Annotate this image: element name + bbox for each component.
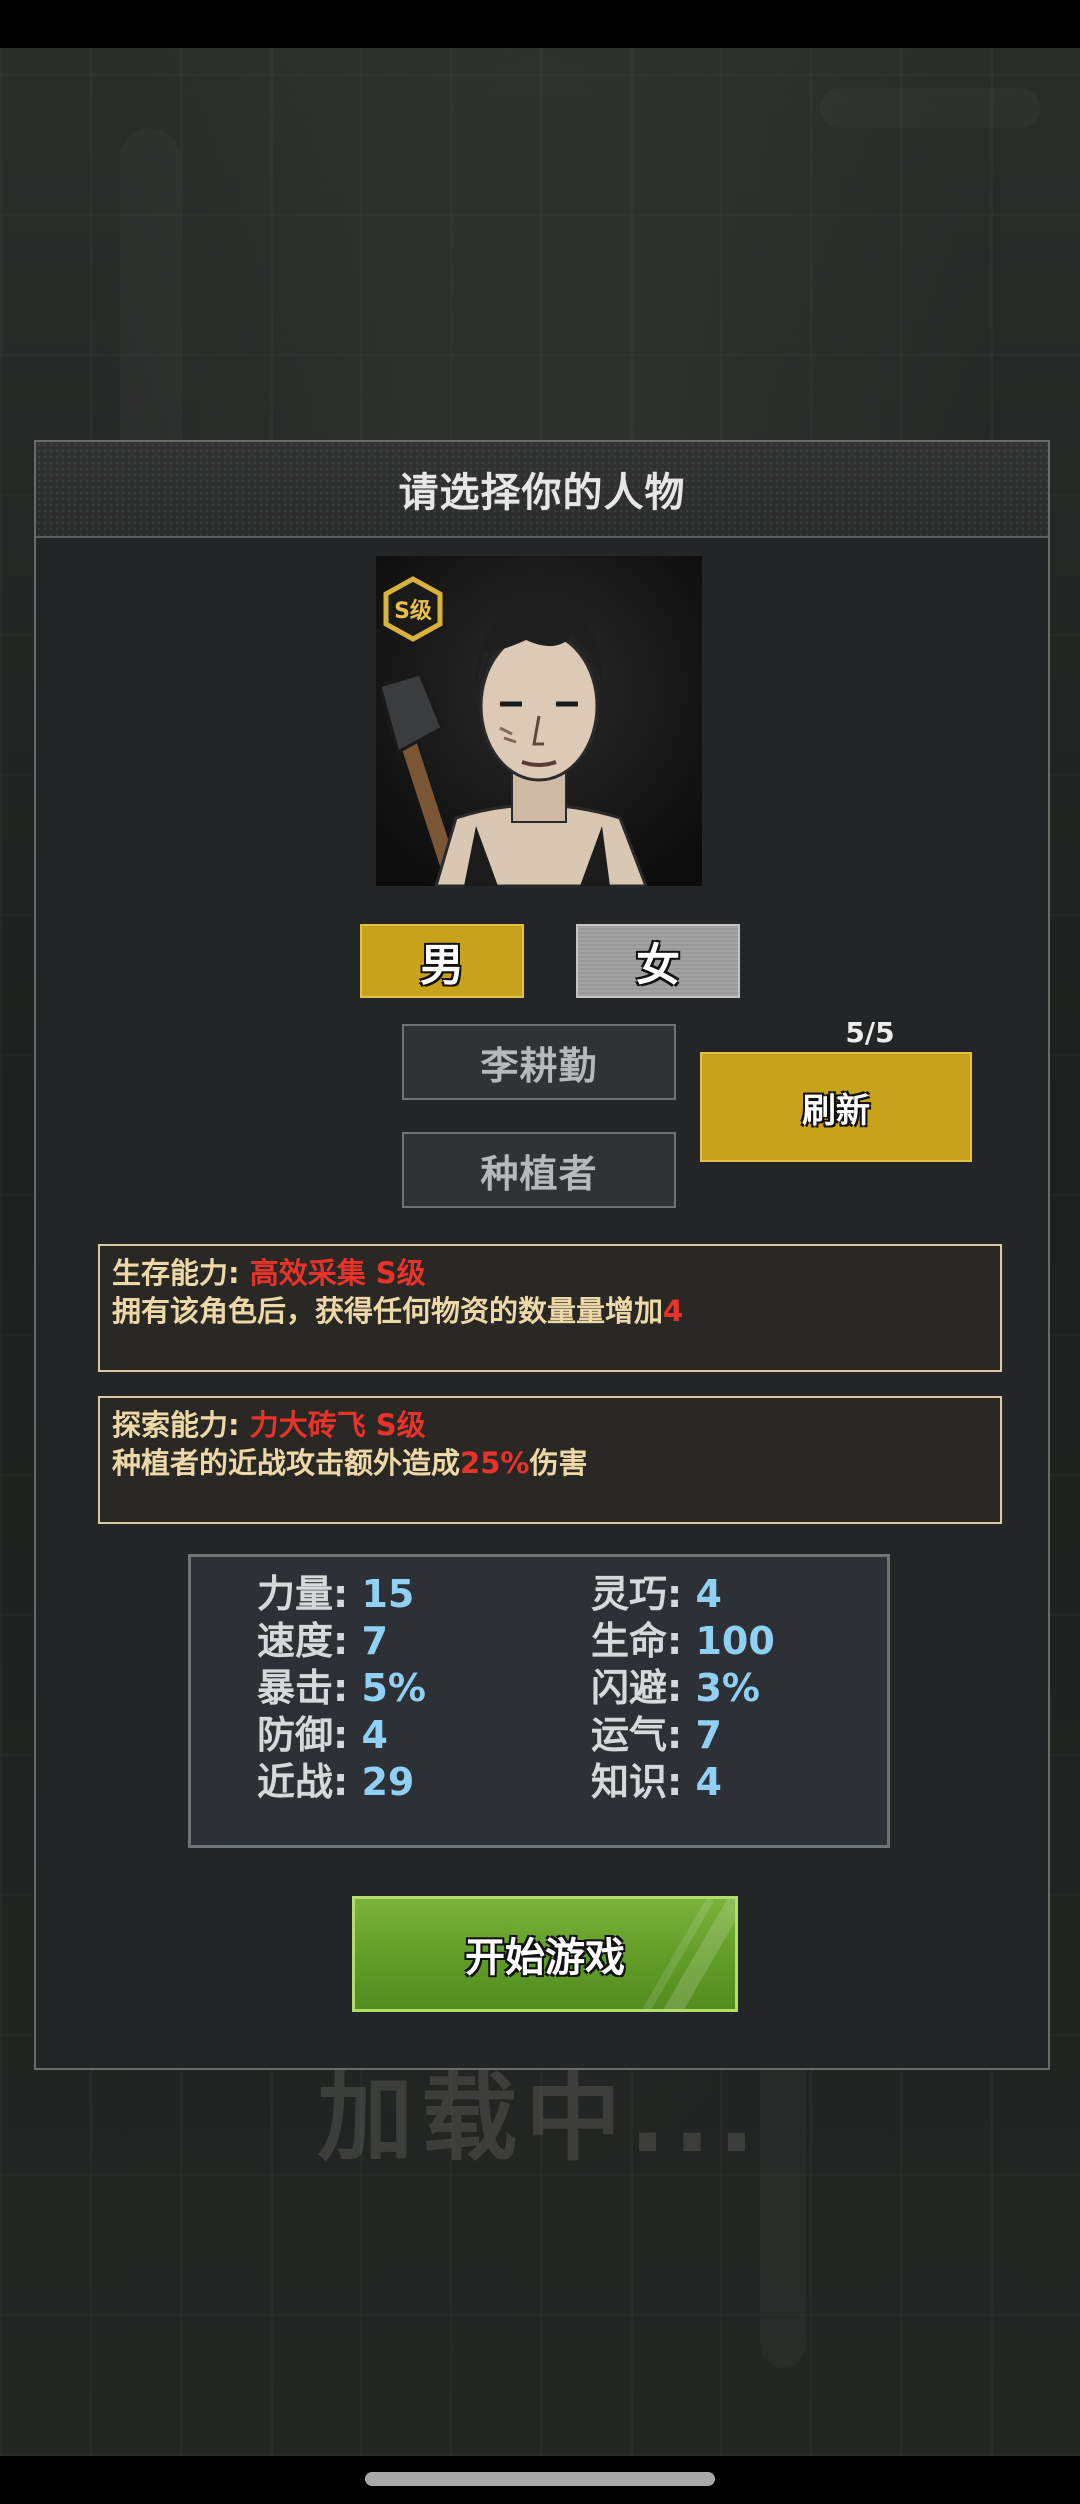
female-button[interactable]: 女 xyxy=(576,924,740,998)
character-name: 李耕勤 xyxy=(402,1024,676,1100)
survival-ability-title: 生存能力: 高效采集 S级 xyxy=(112,1256,426,1290)
stat-luck: 运气: 7 xyxy=(591,1713,722,1757)
s-grade-badge-icon: S级 xyxy=(383,576,443,642)
character-select-dialog: 请选择你的人物 S级 男 女 李耕勤 种植者 5/5 刷新 生存能力: 高效采集… xyxy=(34,440,1050,2070)
stat-defense: 防御: 4 xyxy=(257,1713,388,1757)
stat-critical: 暴击: 5% xyxy=(257,1666,426,1710)
stat-dexterity: 灵巧: 4 xyxy=(591,1572,722,1616)
status-bar xyxy=(0,0,1080,48)
character-role: 种植者 xyxy=(402,1132,676,1208)
stat-health: 生命: 100 xyxy=(591,1619,775,1663)
stat-knowledge: 知识: 4 xyxy=(591,1760,722,1804)
survival-ability-description: 拥有该角色后，获得任何物资的数量量增加4 xyxy=(112,1294,684,1328)
survival-ability-box: 生存能力: 高效采集 S级 拥有该角色后，获得任何物资的数量量增加4 xyxy=(98,1244,1002,1372)
stat-dodge: 闪避: 3% xyxy=(591,1666,760,1710)
explore-ability-title: 探索能力: 力大砖飞 S级 xyxy=(112,1408,426,1442)
dialog-header: 请选择你的人物 xyxy=(36,442,1048,538)
stat-strength: 力量: 15 xyxy=(257,1572,415,1616)
dialog-title: 请选择你的人物 xyxy=(398,470,686,516)
refresh-button[interactable]: 刷新 xyxy=(700,1052,972,1162)
character-portrait: S级 xyxy=(376,556,702,886)
stat-melee: 近战: 29 xyxy=(257,1760,415,1804)
home-indicator[interactable] xyxy=(365,2472,715,2486)
male-button[interactable]: 男 xyxy=(360,924,524,998)
refresh-count: 5/5 xyxy=(845,1016,895,1049)
svg-text:S级: S级 xyxy=(394,598,432,624)
stat-speed: 速度: 7 xyxy=(257,1619,388,1663)
start-game-label: 开始游戏 xyxy=(465,1935,625,1981)
explore-ability-description: 种植者的近战攻击额外造成25%伤害 xyxy=(112,1446,588,1480)
explore-ability-box: 探索能力: 力大砖飞 S级 种植者的近战攻击额外造成25%伤害 xyxy=(98,1396,1002,1524)
start-game-button[interactable]: 开始游戏 xyxy=(352,1896,738,2012)
stats-panel: 力量: 15 灵巧: 4 速度: 7 生命: 100 暴击: 5% 闪避: 3%… xyxy=(188,1554,890,1848)
